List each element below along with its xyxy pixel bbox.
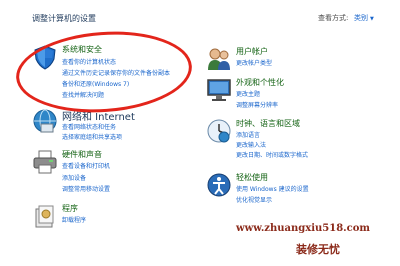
link-mobility-settings[interactable]: 调整常用移动设置 (62, 184, 110, 193)
watermark-url: www.zhuangxiu518.com (236, 223, 370, 234)
programs-icon[interactable] (32, 203, 58, 229)
category-title-appearance[interactable]: 外观和个性化 (236, 77, 284, 88)
link-view-computer-status[interactable]: 查看你的计算机状态 (62, 57, 116, 66)
link-devices-printers[interactable]: 查看设备和打印机 (62, 161, 110, 170)
monitor-icon[interactable] (206, 77, 232, 103)
printer-icon[interactable] (32, 149, 58, 175)
link-change-theme[interactable]: 更改主题 (236, 89, 260, 98)
link-troubleshoot[interactable]: 查找并解决问题 (62, 90, 104, 99)
chevron-down-icon: ▼ (370, 16, 374, 22)
link-windows-recommended-settings[interactable]: 使用 Windows 建议的设置 (236, 184, 309, 193)
category-title-user-accounts[interactable]: 用户帐户 (236, 46, 268, 57)
category-title-clock-language-region[interactable]: 时钟、语言和区域 (236, 118, 300, 129)
category-title-ease-of-access[interactable]: 轻松使用 (236, 172, 268, 183)
shield-icon[interactable] (32, 44, 58, 70)
category-title-hardware-sound[interactable]: 硬件和声音 (62, 149, 102, 160)
link-file-history-backup[interactable]: 通过文件历史记录保存你的文件备份副本 (62, 68, 170, 77)
link-homegroup-sharing[interactable]: 选择家庭组和共享选项 (62, 132, 122, 141)
link-change-account-type[interactable]: 更改帐户类型 (236, 58, 272, 67)
clock-globe-icon[interactable] (206, 118, 232, 144)
link-add-device[interactable]: 添加设备 (62, 173, 86, 182)
ease-of-access-icon[interactable] (206, 172, 232, 198)
category-title-network-internet[interactable]: 网络和 Internet (62, 108, 135, 123)
users-icon[interactable] (206, 46, 232, 72)
link-backup-restore[interactable]: 备份和还原(Windows 7) (62, 79, 129, 88)
link-screen-resolution[interactable]: 调整屏幕分辨率 (236, 100, 278, 109)
link-uninstall-program[interactable]: 卸载程序 (62, 215, 86, 224)
link-change-input-method[interactable]: 更改输入法 (236, 140, 266, 149)
page-title: 调整计算机的设置 (32, 14, 96, 23)
view-mode-value: 类别 (354, 14, 368, 22)
category-title-system-security[interactable]: 系统和安全 (62, 44, 102, 55)
view-mode-dropdown[interactable]: 类别 ▼ (354, 13, 374, 23)
watermark-name: 装修无忧 (296, 243, 340, 256)
category-title-programs[interactable]: 程序 (62, 203, 78, 214)
link-network-status[interactable]: 查看网络状态和任务 (62, 122, 116, 131)
network-icon[interactable] (32, 108, 58, 134)
link-optimize-visual-display[interactable]: 优化视觉显示 (236, 195, 272, 204)
view-by-label: 查看方式: (318, 14, 349, 22)
link-date-time-format[interactable]: 更改日期、时间或数字格式 (236, 150, 308, 159)
link-add-language[interactable]: 添加语言 (236, 130, 260, 139)
